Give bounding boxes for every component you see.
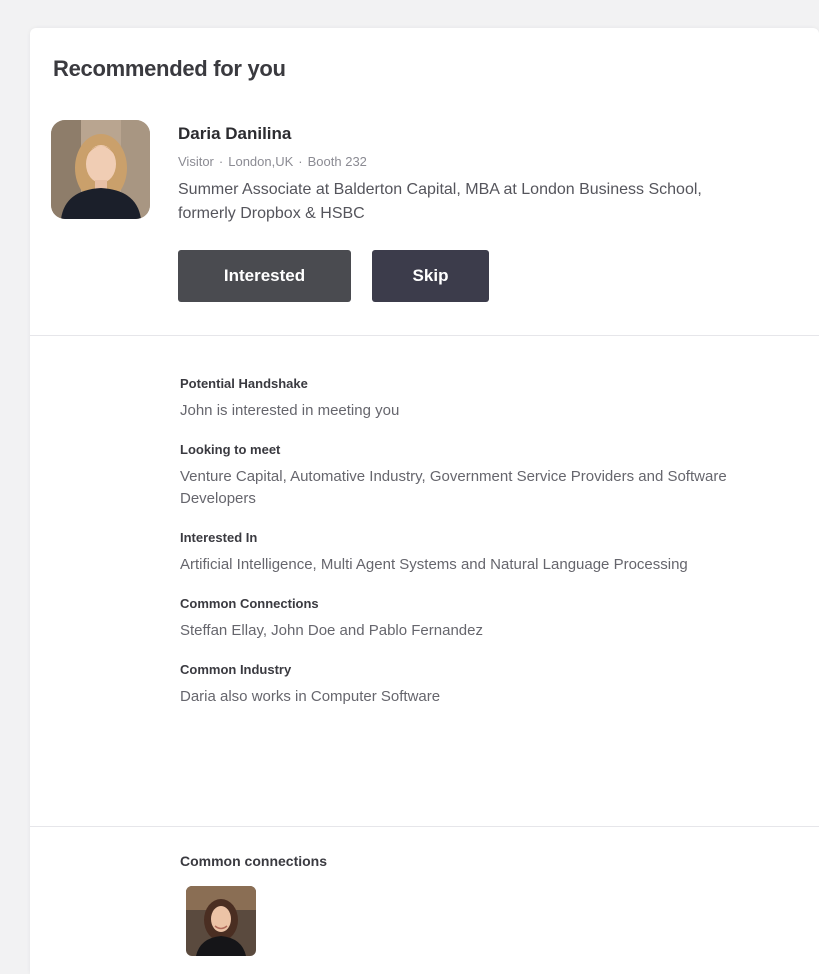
common-connections-title: Common connections xyxy=(180,853,328,869)
detail-label: Interested In xyxy=(180,530,258,545)
detail-label: Common Industry xyxy=(180,662,292,677)
profile-name[interactable]: Daria Danilina xyxy=(178,124,778,144)
section-title: Recommended for you xyxy=(53,56,286,81)
profile-booth: Booth 232 xyxy=(307,154,367,169)
profile-info: Daria Danilina Visitor · London,UK · Booth 2… xyxy=(178,124,778,226)
profile-avatar[interactable] xyxy=(51,120,150,219)
detail-value: Steffan Ellay, John Doe and Pablo Fernan… xyxy=(180,622,483,639)
detail-value: Artificial Intelligence, Multi Agent Sys… xyxy=(180,556,688,573)
skip-button[interactable]: Skip xyxy=(372,250,489,302)
separator-dot: · xyxy=(298,154,303,169)
interested-button[interactable]: Interested xyxy=(178,250,351,302)
detail-value: Venture Capital, Automative Industry, Go… xyxy=(180,468,727,507)
recommendation-card: Recommended for you Daria Danilina Visit… xyxy=(30,28,819,974)
detail-label: Potential Handshake xyxy=(180,376,308,391)
detail-looking-to-meet: Looking to meet Venture Capital, Automat… xyxy=(180,442,800,510)
detail-interested-in: Interested In Artificial Intelligence, M… xyxy=(180,530,800,576)
detail-common-industry: Common Industry Daria also works in Comp… xyxy=(180,662,800,708)
detail-common-connections: Common Connections Steffan Ellay, John D… xyxy=(180,596,800,642)
divider xyxy=(30,826,819,827)
match-details: Potential Handshake John is interested i… xyxy=(180,376,800,728)
divider xyxy=(30,335,819,336)
profile-location: London,UK xyxy=(228,154,294,169)
detail-label: Looking to meet xyxy=(180,442,281,457)
detail-value: Daria also works in Computer Software xyxy=(180,688,441,705)
action-buttons: Interested Skip xyxy=(178,250,489,302)
detail-label: Common Connections xyxy=(180,596,319,611)
connection-photo-icon xyxy=(186,886,256,956)
profile-meta: Visitor · London,UK · Booth 232 xyxy=(178,154,778,169)
detail-value: John is interested in meeting you xyxy=(180,402,400,419)
connection-avatar[interactable] xyxy=(186,886,256,956)
separator-dot: · xyxy=(218,154,224,169)
profile-role: Visitor xyxy=(178,154,214,169)
detail-potential-handshake: Potential Handshake John is interested i… xyxy=(180,376,800,422)
profile-photo-icon xyxy=(51,120,150,219)
profile-headline: Summer Associate at Balderton Capital, M… xyxy=(178,181,702,222)
